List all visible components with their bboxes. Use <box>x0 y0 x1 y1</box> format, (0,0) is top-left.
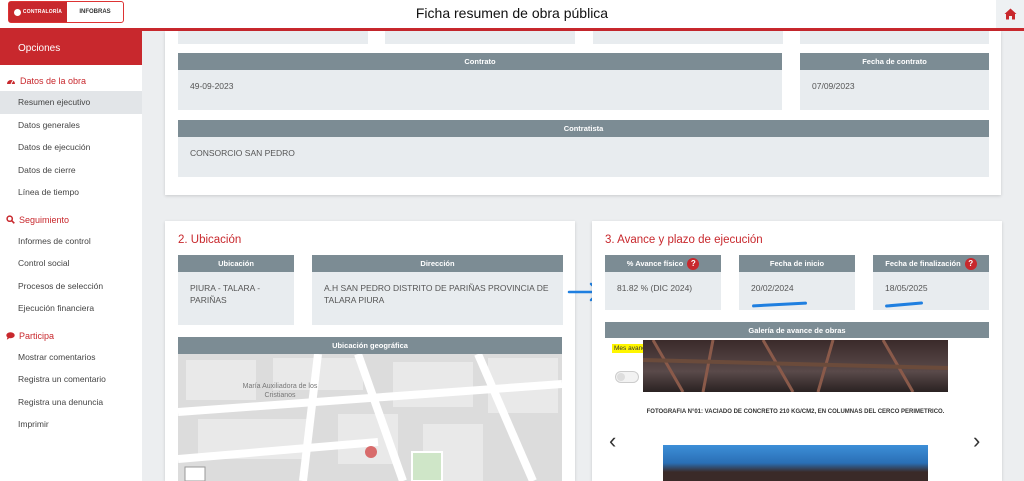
home-button[interactable] <box>996 0 1024 28</box>
contratista-field: Contratista CONSORCIO SAN PEDRO <box>178 120 989 177</box>
gallery-toggle[interactable] <box>615 371 639 383</box>
home-icon <box>1004 8 1016 20</box>
sidebar-opciones-header: Opciones <box>0 31 142 65</box>
ubicacion-label: Ubicación <box>178 255 294 272</box>
avance-fisico-field: % Avance físico ? 81.82 % (DIC 2024) <box>605 255 721 310</box>
contrato-label: Contrato <box>178 53 782 70</box>
help-icon[interactable]: ? <box>964 257 977 270</box>
sidebar: Opciones Datos de la obra Resumen ejecut… <box>0 31 142 481</box>
contrato-field: Contrato 49-09-2023 <box>178 53 782 110</box>
sidebar-item-datos-cierre[interactable]: Datos de cierre <box>0 159 142 182</box>
sidebar-section-seguimiento: Seguimiento <box>0 210 142 230</box>
gauge-icon <box>7 80 15 85</box>
sidebar-item-procesos-seleccion[interactable]: Procesos de selección <box>0 275 142 298</box>
help-icon[interactable]: ? <box>687 257 700 270</box>
contratista-label: Contratista <box>178 120 989 137</box>
sidebar-section-participa: Participa <box>0 326 142 346</box>
fecha-contrato-value: 07/09/2023 <box>812 81 855 91</box>
avance-title: 3. Avance y plazo de ejecución <box>605 234 763 246</box>
ubicacion-value: PIURA - TALARA - PARIÑAS <box>190 283 261 306</box>
clipped-field <box>385 31 575 44</box>
fecha-inicio-value: 20/02/2024 <box>751 283 794 293</box>
search-icon <box>6 215 15 224</box>
gallery-next-button[interactable]: › <box>973 430 980 452</box>
clipped-field <box>593 31 783 44</box>
sidebar-item-datos-generales[interactable]: Datos generales <box>0 114 142 137</box>
avance-fisico-header: % Avance físico ? <box>605 255 721 272</box>
contrato-value: 49-09-2023 <box>190 81 234 91</box>
sidebar-item-mostrar-comentarios[interactable]: Mostrar comentarios <box>0 346 142 369</box>
sidebar-item-linea-tiempo[interactable]: Línea de tiempo <box>0 181 142 204</box>
sidebar-item-informes-control[interactable]: Informes de control <box>0 230 142 253</box>
contratista-value: CONSORCIO SAN PEDRO <box>190 148 295 158</box>
sidebar-item-registra-comentario[interactable]: Registra un comentario <box>0 368 142 391</box>
top-bar: CONTRALORÍA INFOBRAS Ficha resumen de ob… <box>0 0 1024 31</box>
fecha-fin-label: Fecha de finalización <box>885 259 961 268</box>
sidebar-item-control-social[interactable]: Control social <box>0 252 142 275</box>
sidebar-item-datos-ejecucion[interactable]: Datos de ejecución <box>0 136 142 159</box>
direccion-field: Dirección A.H SAN PEDRO DISTRITO DE PARI… <box>312 255 563 325</box>
fecha-fin-value: 18/05/2025 <box>885 283 928 293</box>
gallery-photo-bottom <box>663 445 928 481</box>
gallery-prev-button[interactable]: ‹ <box>609 430 616 452</box>
gallery-label: Galería de avance de obras <box>605 322 989 338</box>
section-title: Seguimiento <box>19 214 70 225</box>
section-title: Participa <box>19 330 55 341</box>
contract-card: Contrato 49-09-2023 Fecha de contrato 07… <box>165 31 1001 195</box>
sidebar-item-registra-denuncia[interactable]: Registra una denuncia <box>0 391 142 414</box>
ubicacion-field: Ubicación PIURA - TALARA - PARIÑAS <box>178 255 294 325</box>
location-map[interactable]: María Auxiliadora de los Cristianos <box>178 354 562 481</box>
clipped-field <box>800 31 989 44</box>
fecha-fin-field: Fecha de finalización ? 18/05/2025 <box>873 255 989 310</box>
fecha-inicio-label: Fecha de inicio <box>739 255 855 272</box>
ubicacion-title: 2. Ubicación <box>178 234 242 246</box>
photo-gallery: Galería de avance de obras Mes avance: D… <box>605 322 989 481</box>
sidebar-item-resumen-ejecutivo[interactable]: Resumen ejecutivo <box>0 91 142 114</box>
sidebar-section-datos-obra: Datos de la obra <box>0 71 142 91</box>
gallery-photo-top <box>643 340 948 392</box>
sidebar-item-ejecucion-financiera[interactable]: Ejecución financiera <box>0 297 142 320</box>
direccion-label: Dirección <box>312 255 563 272</box>
avance-fisico-value: 81.82 % (DIC 2024) <box>617 283 693 293</box>
section-title: Datos de la obra <box>20 76 87 86</box>
clipped-field <box>178 31 368 44</box>
geo-header: Ubicación geográfica <box>178 337 562 354</box>
geo-label: Ubicación geográfica <box>178 337 562 354</box>
map-streets <box>178 354 562 481</box>
fecha-contrato-field: Fecha de contrato 07/09/2023 <box>800 53 989 110</box>
fecha-contrato-label: Fecha de contrato <box>800 53 989 70</box>
photo-caption: FOTOGRAFIA N°01: VACIADO DE CONCRETO 210… <box>646 409 945 415</box>
sidebar-item-imprimir[interactable]: Imprimir <box>0 413 142 436</box>
page-title: Ficha resumen de obra pública <box>415 5 609 21</box>
avance-fisico-label: % Avance físico <box>626 259 684 268</box>
fecha-fin-header: Fecha de finalización ? <box>873 255 989 272</box>
comment-icon <box>6 331 15 340</box>
map-place-label: María Auxiliadora de los Cristianos <box>242 383 318 400</box>
direccion-value: A.H SAN PEDRO DISTRITO DE PARIÑAS PROVIN… <box>324 283 549 306</box>
